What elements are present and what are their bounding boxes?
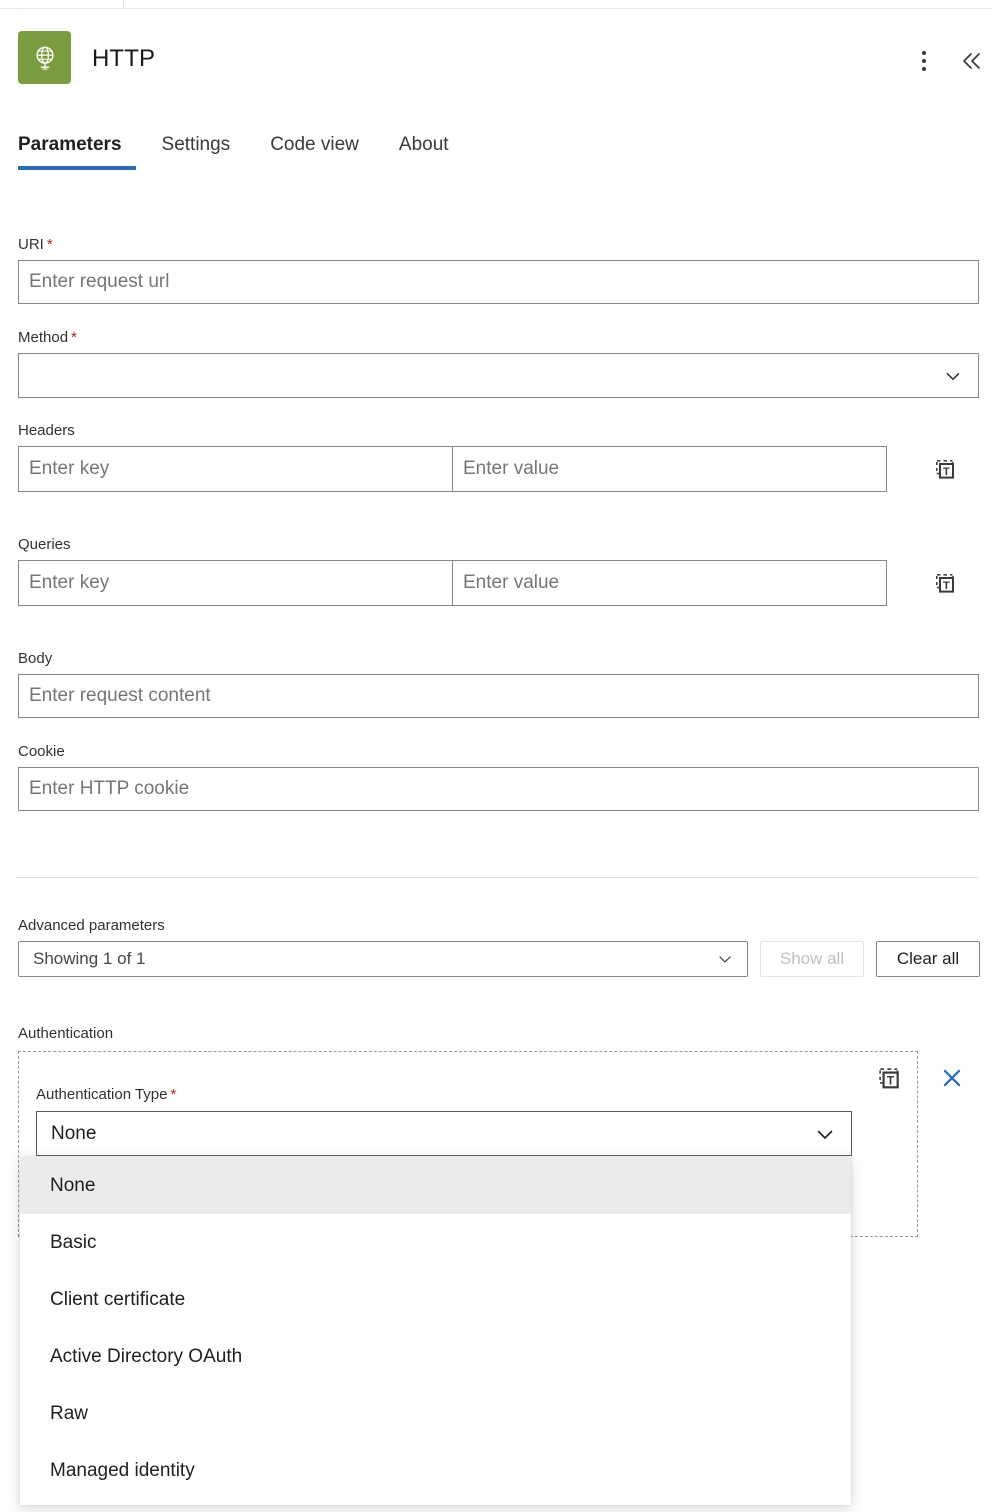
queries-row: Enter key Enter value T xyxy=(18,560,979,606)
queries-field-group: Queries Enter key Enter value T xyxy=(18,536,979,606)
uri-placeholder: Enter request url xyxy=(29,271,170,292)
section-divider xyxy=(16,877,978,878)
http-action-panel: HTTP Parameters Settings Code view About xyxy=(0,0,992,1512)
dropdown-option-active-directory-oauth-label: Active Directory OAuth xyxy=(50,1345,243,1367)
cookie-field-group: Cookie Enter HTTP cookie xyxy=(18,743,979,811)
headers-label: Headers xyxy=(18,422,75,439)
headers-value-input[interactable]: Enter value xyxy=(453,447,886,491)
queries-key-placeholder: Enter key xyxy=(29,572,110,593)
body-placeholder: Enter request content xyxy=(29,685,211,706)
show-all-label: Show all xyxy=(779,949,845,968)
queries-text-mode-icon[interactable]: T xyxy=(933,571,957,595)
headers-value-placeholder: Enter value xyxy=(463,458,560,479)
body-field-group: Body Enter request content xyxy=(18,650,979,718)
method-select[interactable] xyxy=(18,353,979,398)
authentication-text-mode-icon[interactable]: T xyxy=(876,1065,902,1091)
clear-all-label: Clear all xyxy=(896,949,960,968)
authentication-type-label: Authentication Type * xyxy=(36,1086,176,1103)
tab-settings-label: Settings xyxy=(161,134,231,155)
dropdown-option-raw[interactable]: Raw xyxy=(20,1385,851,1442)
page-title: HTTP xyxy=(92,45,156,72)
dropdown-option-none[interactable]: None xyxy=(20,1157,851,1214)
cookie-placeholder: Enter HTTP cookie xyxy=(29,778,190,799)
body-input[interactable]: Enter request content xyxy=(18,674,979,718)
queries-label: Queries xyxy=(18,536,71,553)
authentication-type-dropdown[interactable]: None Basic Client certificate Active Dir… xyxy=(20,1157,851,1505)
advanced-parameters-select-value: Showing 1 of 1 xyxy=(33,949,146,968)
tab-parameters[interactable]: Parameters xyxy=(18,134,144,170)
authentication-type-label-text: Authentication Type xyxy=(36,1086,168,1103)
top-strip xyxy=(0,0,992,9)
tab-code-view-label: Code view xyxy=(270,134,359,155)
tab-about[interactable]: About xyxy=(399,134,471,170)
chevron-down-icon xyxy=(715,949,735,969)
headers-field-group: Headers Enter key Enter value T xyxy=(18,422,979,492)
queries-kv-box: Enter key Enter value xyxy=(18,560,887,606)
advanced-parameters-select[interactable]: Showing 1 of 1 xyxy=(18,941,748,977)
uri-field-group: URI * Enter request url xyxy=(18,236,979,304)
dropdown-option-client-certificate[interactable]: Client certificate xyxy=(20,1271,851,1328)
show-all-button[interactable]: Show all xyxy=(760,941,864,977)
tab-parameters-label: Parameters xyxy=(18,134,122,155)
method-label-text: Method xyxy=(18,329,69,346)
authentication-type-value: None xyxy=(51,1122,97,1144)
headers-key-placeholder: Enter key xyxy=(29,458,110,479)
dropdown-option-client-certificate-label: Client certificate xyxy=(50,1288,186,1310)
authentication-group-label: Authentication xyxy=(18,1025,113,1049)
queries-value-placeholder: Enter value xyxy=(463,572,560,593)
authentication-label: Authentication xyxy=(18,1025,114,1042)
headers-text-mode-icon[interactable]: T xyxy=(933,457,957,481)
advanced-parameters-row: Showing 1 of 1 Show all Clear all xyxy=(18,941,980,977)
tab-bar: Parameters Settings Code view About xyxy=(18,134,471,170)
dropdown-option-basic[interactable]: Basic xyxy=(20,1214,851,1271)
panel-header: HTTP xyxy=(0,9,992,104)
queries-value-input[interactable]: Enter value xyxy=(453,561,886,605)
method-label: Method * xyxy=(18,329,979,347)
cookie-input[interactable]: Enter HTTP cookie xyxy=(18,767,979,811)
headers-key-input[interactable]: Enter key xyxy=(19,447,453,491)
top-strip-divider xyxy=(123,0,124,9)
globe-icon xyxy=(18,31,71,84)
chevron-down-icon xyxy=(813,1122,837,1146)
uri-input[interactable]: Enter request url xyxy=(18,260,979,304)
dropdown-option-active-directory-oauth[interactable]: Active Directory OAuth xyxy=(20,1328,851,1385)
advanced-parameters-label: Advanced parameters xyxy=(18,917,165,934)
tab-settings[interactable]: Settings xyxy=(162,134,253,170)
uri-label-text: URI xyxy=(18,236,44,253)
dropdown-option-none-label: None xyxy=(50,1174,96,1196)
body-label: Body xyxy=(18,650,53,667)
method-field-group: Method * xyxy=(18,329,979,398)
tab-code-view[interactable]: Code view xyxy=(270,134,381,170)
advanced-parameters-group: Advanced parameters Showing 1 of 1 Show … xyxy=(18,917,980,977)
uri-label: URI * xyxy=(18,236,979,254)
close-icon[interactable] xyxy=(938,1064,966,1092)
headers-row: Enter key Enter value T xyxy=(18,446,979,492)
queries-key-input[interactable]: Enter key xyxy=(19,561,453,605)
chevron-double-left-icon[interactable] xyxy=(955,45,987,77)
uri-required-star: * xyxy=(46,236,53,253)
clear-all-button[interactable]: Clear all xyxy=(876,941,980,977)
tab-about-label: About xyxy=(398,134,449,155)
more-vertical-icon[interactable] xyxy=(908,45,940,77)
authentication-type-required-star: * xyxy=(170,1086,177,1103)
chevron-down-icon xyxy=(942,365,964,387)
svg-text:T: T xyxy=(943,466,950,478)
dropdown-option-managed-identity[interactable]: Managed identity xyxy=(20,1442,851,1499)
cookie-label: Cookie xyxy=(18,743,65,760)
headers-kv-box: Enter key Enter value xyxy=(18,446,887,492)
method-required-star: * xyxy=(71,329,77,346)
dropdown-option-raw-label: Raw xyxy=(50,1402,89,1424)
svg-text:T: T xyxy=(943,580,950,592)
dropdown-option-managed-identity-label: Managed identity xyxy=(50,1459,195,1481)
authentication-type-select[interactable]: None xyxy=(36,1111,852,1156)
dropdown-option-basic-label: Basic xyxy=(50,1231,97,1253)
svg-text:T: T xyxy=(887,1074,895,1088)
